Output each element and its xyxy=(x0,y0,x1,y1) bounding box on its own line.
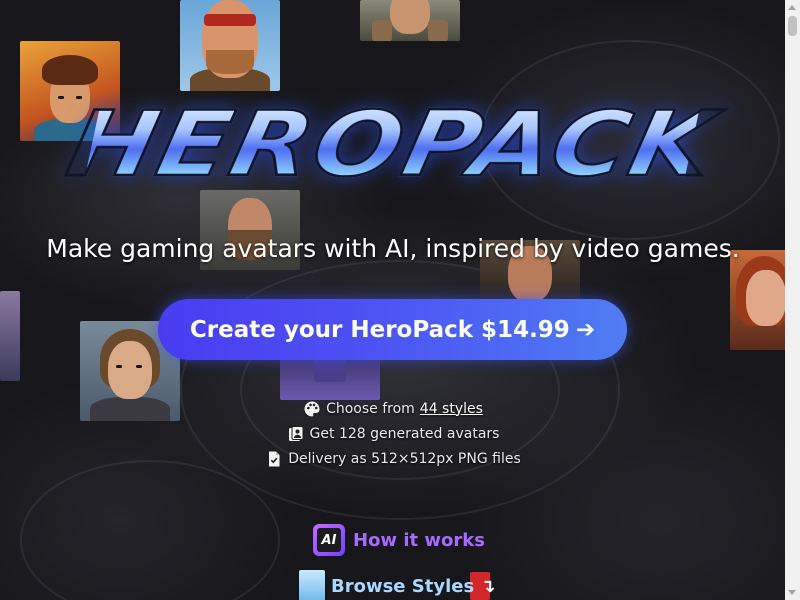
page-scrollbar[interactable] xyxy=(785,0,800,600)
hero-tagline: Make gaming avatars with AI, inspired by… xyxy=(46,234,740,263)
styles-link[interactable]: 44 styles xyxy=(420,401,483,417)
landing-page: HEROPACK Make gaming avatars with AI, in… xyxy=(0,0,800,600)
palette-icon xyxy=(303,400,321,418)
avatar-image xyxy=(0,291,20,381)
how-it-works-label: How it works xyxy=(353,529,485,551)
ai-badge-text: AI xyxy=(317,528,341,552)
how-it-works-link[interactable]: AI How it works xyxy=(313,523,485,557)
scroll-up-icon[interactable] xyxy=(788,5,796,10)
arrow-right-icon: ➔ xyxy=(575,316,596,343)
avatars-icon xyxy=(287,425,305,443)
feature-avatars: Get 128 generated avatars xyxy=(0,421,786,446)
scrollbar-thumb[interactable] xyxy=(788,16,797,36)
scroll-down-icon[interactable] xyxy=(788,590,796,595)
create-heropack-button[interactable]: Create your HeroPack $14.99 ➔ xyxy=(158,299,627,360)
browse-styles-label: Browse Styles xyxy=(331,575,475,597)
arrow-down-icon: ↴ xyxy=(480,575,496,597)
feature-styles: Choose from 44 styles xyxy=(0,396,786,421)
background-swirl xyxy=(20,460,280,600)
avatar-image xyxy=(730,250,790,350)
feature-list: Choose from 44 styles Get 128 generated … xyxy=(0,396,786,471)
feature-avatars-text: Get 128 generated avatars xyxy=(309,425,500,442)
heropack-logo: HEROPACK xyxy=(58,90,727,198)
file-check-icon xyxy=(265,450,283,468)
cta-label: Create your HeroPack $14.99 xyxy=(189,316,570,343)
browse-styles-link[interactable]: Browse Styles ↴ xyxy=(299,569,495,600)
avatar-image xyxy=(360,0,460,41)
ai-chip-icon: AI xyxy=(313,524,345,556)
gallery-icon xyxy=(299,570,325,600)
feature-styles-prefix: Choose from xyxy=(326,400,415,417)
avatar-image xyxy=(180,0,280,91)
feature-delivery: Delivery as 512×512px PNG files xyxy=(0,446,786,471)
feature-delivery-text: Delivery as 512×512px PNG files xyxy=(288,450,521,467)
